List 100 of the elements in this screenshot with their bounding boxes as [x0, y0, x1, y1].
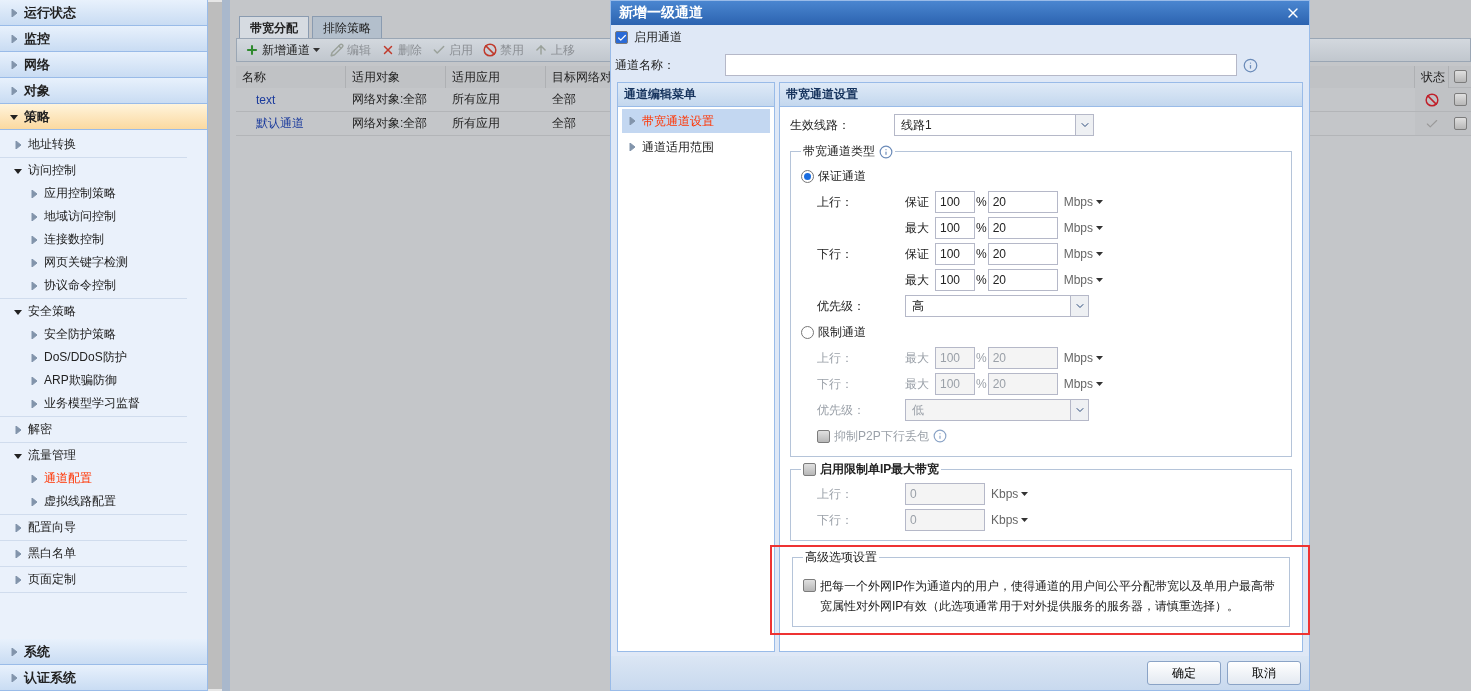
checkbox-label: 抑制P2P下行丢包 — [834, 427, 929, 445]
radio-button[interactable] — [801, 169, 814, 183]
caret-down-icon[interactable] — [1021, 518, 1029, 522]
channel-name-link[interactable]: text — [236, 88, 346, 112]
percent-field[interactable]: 100 — [935, 243, 975, 265]
percent-field[interactable]: 100 — [935, 217, 975, 239]
limit-label: 最大 — [905, 219, 930, 237]
channel-name-link[interactable]: 默认通道 — [236, 112, 346, 136]
bandwidth-field[interactable]: 20 — [987, 217, 1058, 239]
triangle-down-icon — [14, 307, 22, 316]
check-icon — [432, 43, 446, 57]
caret-down-icon[interactable] — [1096, 278, 1103, 282]
percent-sign: % — [976, 273, 987, 287]
tab[interactable]: 带宽分配 — [239, 16, 309, 38]
checkbox[interactable] — [615, 31, 628, 44]
sidebar-section[interactable]: 认证系统 — [0, 665, 207, 691]
checkbox[interactable] — [803, 463, 816, 476]
priority-select[interactable]: 高 — [905, 295, 1089, 317]
unit-dropdown[interactable]: Kbps — [991, 513, 1029, 527]
close-icon — [381, 43, 395, 57]
sidebar-item[interactable]: 地域访问控制 — [44, 208, 116, 225]
triangle-right-icon — [30, 258, 38, 267]
line-select[interactable]: 线路1 — [894, 114, 1094, 136]
unit-dropdown[interactable]: Mbps — [1063, 377, 1103, 391]
checkbox[interactable] — [817, 429, 830, 443]
sidebar-item[interactable]: 地址转换 — [28, 136, 76, 153]
bandwidth-field[interactable]: 20 — [987, 269, 1058, 291]
percent-sign: % — [976, 247, 987, 261]
triangle-right-icon — [30, 497, 38, 506]
caret-down-icon[interactable] — [1021, 492, 1029, 496]
table-cell: 所有应用 — [446, 112, 546, 136]
sidebar-section[interactable]: 对象 — [0, 78, 207, 104]
row-checkbox[interactable] — [1453, 117, 1467, 130]
tab[interactable]: 排除策略 — [312, 16, 382, 38]
sidebar-item[interactable]: 安全防护策略 — [44, 326, 116, 343]
sidebar-item[interactable]: 网页关键字检测 — [44, 254, 128, 271]
limit-label: 最大 — [905, 375, 930, 393]
unit-dropdown[interactable]: Mbps — [1063, 221, 1103, 235]
sidebar-item[interactable]: 协议命令控制 — [44, 277, 116, 294]
dialog-title: 新增一级通道 — [619, 4, 703, 22]
triangle-right-icon — [10, 60, 18, 69]
column-header[interactable]: 状态 — [1415, 66, 1449, 88]
triangle-right-icon — [10, 673, 18, 682]
direction-label: 上行： — [816, 349, 854, 367]
row-checkbox[interactable] — [1453, 93, 1467, 106]
bandwidth-field[interactable]: 20 — [987, 243, 1058, 265]
caret-down-icon[interactable] — [1096, 356, 1103, 360]
unit-dropdown[interactable]: Mbps — [1063, 273, 1103, 287]
unit-dropdown[interactable]: Kbps — [991, 487, 1029, 501]
caret-down-icon[interactable] — [313, 48, 320, 52]
panel-title: 通道编辑菜单 — [618, 83, 774, 107]
triangle-right-icon — [10, 8, 18, 17]
channel-name-field[interactable] — [725, 54, 1237, 76]
caret-down-icon[interactable] — [1096, 226, 1103, 230]
sidebar-item[interactable]: 虚拟线路配置 — [44, 493, 116, 510]
unit-dropdown[interactable]: Mbps — [1063, 247, 1103, 261]
checkbox[interactable] — [803, 579, 816, 592]
toolbar-button[interactable]: 新增通道 — [245, 41, 320, 59]
sidebar-item[interactable]: 应用控制策略 — [44, 185, 116, 202]
triangle-right-icon — [30, 189, 38, 198]
sidebar-item[interactable]: 安全策略 — [28, 303, 76, 320]
select-all-checkbox[interactable] — [1453, 70, 1467, 83]
scrollbar-thumb[interactable] — [208, 2, 222, 689]
bandwidth-field[interactable]: 20 — [987, 191, 1058, 213]
sidebar-item[interactable]: 流量管理 — [28, 447, 76, 464]
unit-dropdown[interactable]: Mbps — [1063, 195, 1103, 209]
caret-down-icon[interactable] — [1096, 200, 1103, 204]
triangle-right-icon — [30, 353, 38, 362]
sidebar-section[interactable]: 策略 — [0, 104, 207, 130]
caret-down-icon[interactable] — [1096, 252, 1103, 256]
sidebar-section[interactable]: 运行状态 — [0, 0, 207, 26]
sidebar-section[interactable]: 监控 — [0, 26, 207, 52]
triangle-right-icon — [10, 86, 18, 95]
triangle-right-icon — [14, 140, 22, 149]
sidebar-item[interactable]: 配置向导 — [28, 519, 76, 536]
sidebar-item[interactable]: 业务模型学习监督 — [44, 395, 140, 412]
sidebar-item[interactable]: DoS/DDoS防护 — [44, 349, 127, 366]
sidebar-section[interactable]: 网络 — [0, 52, 207, 78]
percent-field[interactable]: 100 — [935, 191, 975, 213]
caret-down-icon[interactable] — [1096, 382, 1103, 386]
sidebar-item[interactable]: ARP欺骗防御 — [44, 372, 117, 389]
sidebar-item[interactable]: 页面定制 — [28, 571, 76, 588]
sidebar-section[interactable]: 系统 — [0, 639, 207, 665]
triangle-right-icon — [30, 474, 38, 483]
sidebar-item[interactable]: 访问控制 — [28, 162, 76, 179]
triangle-right-icon — [10, 34, 18, 43]
column-header[interactable]: 适用对象 — [346, 66, 446, 88]
column-header[interactable]: 适用应用 — [446, 66, 546, 88]
sidebar-item[interactable]: 黑白名单 — [28, 545, 76, 562]
limit-label: 最大 — [905, 349, 930, 367]
sidebar-item[interactable]: 解密 — [28, 421, 52, 438]
triangle-right-icon — [14, 575, 22, 584]
dialog-button[interactable]: 取消 — [1227, 661, 1301, 685]
dialog-button[interactable]: 确定 — [1147, 661, 1221, 685]
column-header[interactable]: 名称 — [236, 66, 346, 88]
radio-button[interactable] — [801, 325, 814, 339]
menu-item[interactable]: 通道适用范围 — [622, 135, 770, 159]
sidebar-item[interactable]: 连接数控制 — [44, 231, 104, 248]
percent-field[interactable]: 100 — [935, 269, 975, 291]
unit-dropdown[interactable]: Mbps — [1063, 351, 1103, 365]
